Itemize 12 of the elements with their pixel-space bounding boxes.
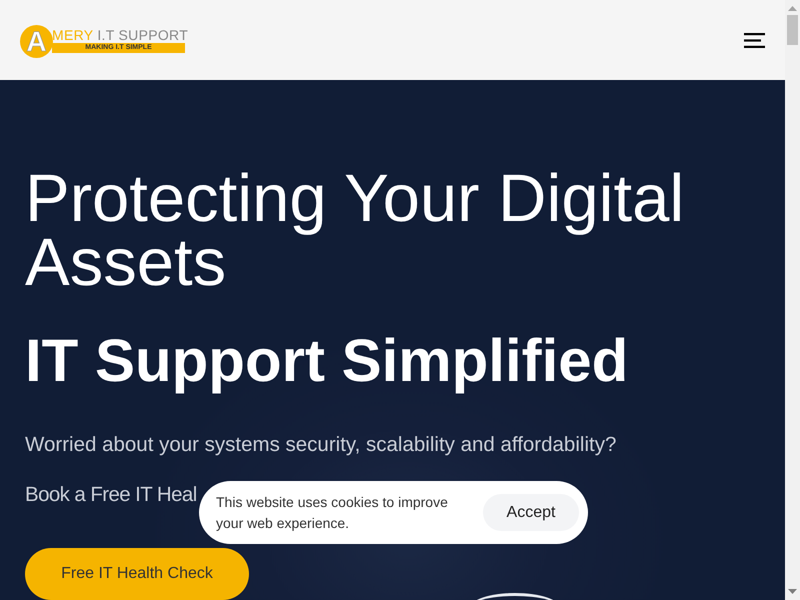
- hero-text: Book a Free IT Heal: [25, 482, 197, 508]
- health-check-button[interactable]: Free IT Health Check: [25, 548, 249, 600]
- scroll-up-icon[interactable]: [788, 6, 797, 11]
- cookie-message: This website uses cookies to improve your web experience.: [216, 492, 449, 533]
- menu-button[interactable]: [744, 32, 765, 48]
- scrollbar-thumb[interactable]: [787, 15, 798, 45]
- accept-button[interactable]: Accept: [483, 494, 579, 531]
- hero-subheadline: IT Support Simplified: [25, 326, 628, 396]
- hero-text: Worried about your systems security, scalability and affordability?: [25, 432, 616, 458]
- scroll-down-icon[interactable]: [788, 589, 797, 594]
- hero-headline: Protecting Your Digital Assets: [25, 167, 686, 295]
- menu-icon: [744, 32, 765, 48]
